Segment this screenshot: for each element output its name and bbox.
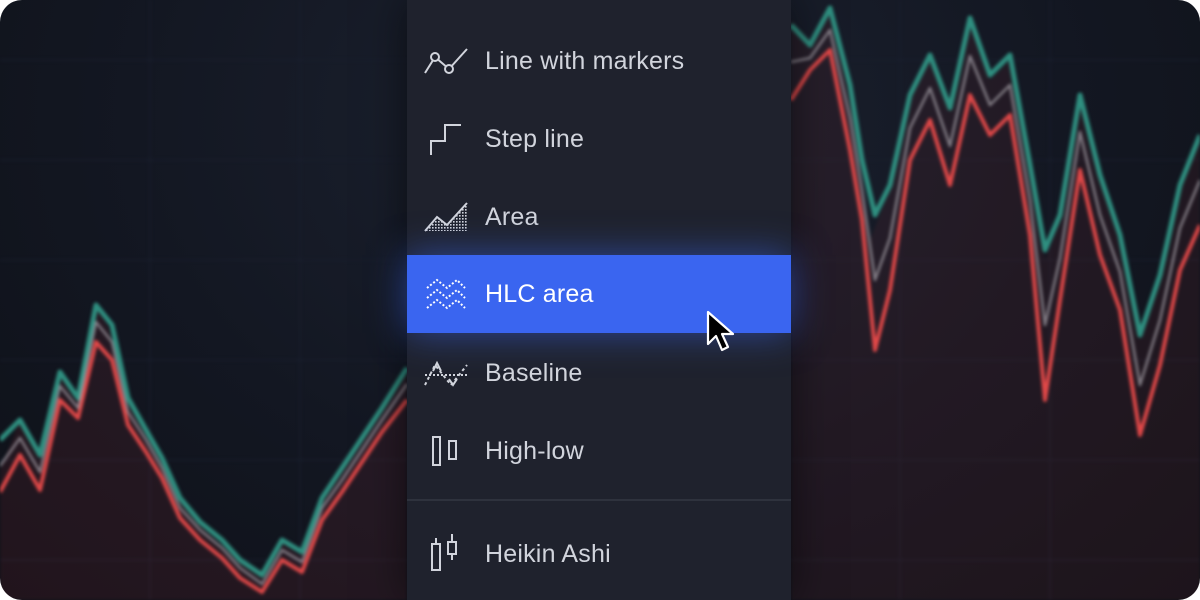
line-with-markers-icon xyxy=(423,41,469,81)
menu-item-label: Line with markers xyxy=(485,46,685,75)
hlc-area-icon xyxy=(423,274,469,314)
chart-type-menu: Line with markers Step line Area HLC are… xyxy=(407,0,791,600)
menu-item-label: High-low xyxy=(485,436,584,465)
step-line-icon xyxy=(423,119,469,159)
baseline-icon xyxy=(423,353,469,393)
menu-divider xyxy=(407,499,791,501)
app-window: Line with markers Step line Area HLC are… xyxy=(0,0,1200,600)
menu-item-label: Baseline xyxy=(485,358,583,387)
menu-item-label: Heikin Ashi xyxy=(485,539,611,568)
mouse-pointer-icon xyxy=(706,310,735,352)
menu-item-area[interactable]: Area xyxy=(407,178,791,256)
area-icon xyxy=(423,197,469,237)
menu-item-label: Area xyxy=(485,202,539,231)
menu-item-step-line[interactable]: Step line xyxy=(407,100,791,178)
heikin-ashi-icon xyxy=(423,534,469,574)
menu-item-heikin-ashi[interactable]: Heikin Ashi xyxy=(407,515,791,593)
menu-item-line-with-markers[interactable]: Line with markers xyxy=(407,22,791,100)
high-low-icon xyxy=(423,431,469,471)
menu-item-label: HLC area xyxy=(485,279,594,308)
menu-item-label: Step line xyxy=(485,124,585,153)
menu-item-high-low[interactable]: High-low xyxy=(407,412,791,490)
